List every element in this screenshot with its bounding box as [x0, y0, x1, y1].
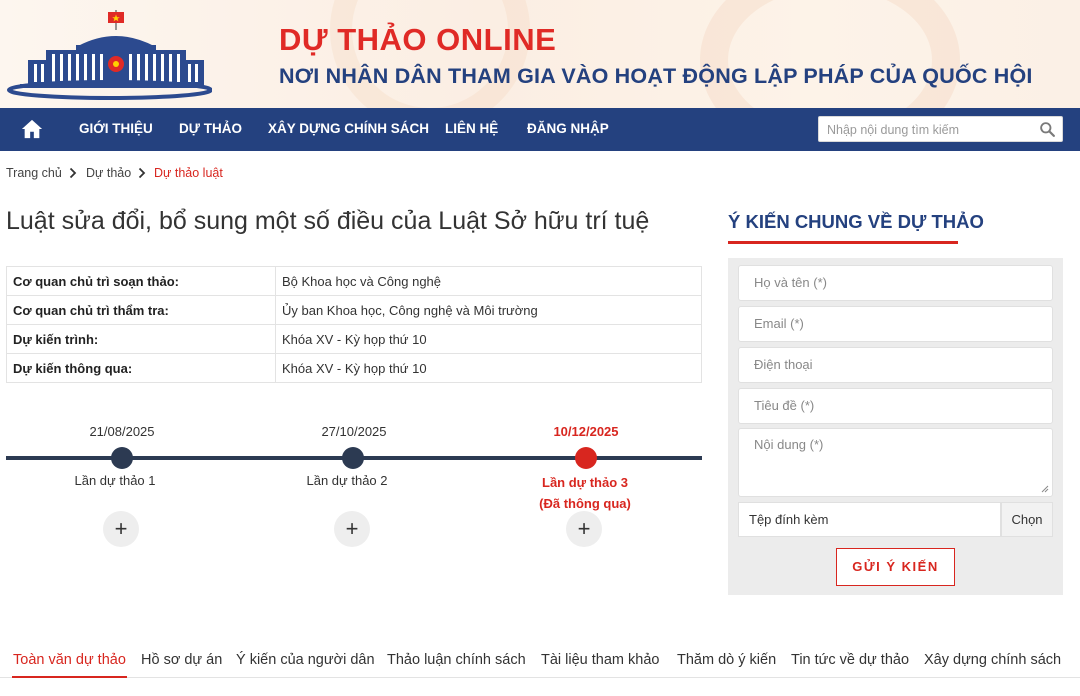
- site-slogan: NƠI NHÂN DÂN THAM GIA VÀO HOẠT ĐỘNG LẬP …: [279, 64, 1033, 88]
- nav-item-login[interactable]: ĐĂNG NHẬP: [527, 121, 609, 136]
- tab-surveys[interactable]: Thăm dò ý kiến: [677, 652, 776, 668]
- table-row: Dự kiến trình: Khóa XV - Kỳ họp thứ 10: [6, 324, 702, 354]
- draft-info-table: Cơ quan chủ trì soạn thảo: Bộ Khoa học v…: [6, 266, 702, 383]
- table-row: Dự kiến thông qua: Khóa XV - Kỳ họp thứ …: [6, 353, 702, 383]
- breadcrumb-drafts[interactable]: Dự thảo: [86, 166, 131, 180]
- timeline-date: 10/12/2025: [553, 424, 619, 439]
- site-title: DỰ THẢO ONLINE: [279, 22, 557, 57]
- nav-item-drafts[interactable]: DỰ THẢO: [179, 121, 242, 136]
- timeline-date: 21/08/2025: [89, 424, 155, 439]
- header-banner: DỰ THẢO ONLINE NƠI NHÂN DÂN THAM GIA VÀO…: [0, 0, 1080, 108]
- table-row: Cơ quan chủ trì soạn thảo: Bộ Khoa học v…: [6, 266, 702, 296]
- info-label: Dự kiến thông qua:: [6, 353, 276, 383]
- choose-file-button[interactable]: Chọn: [1001, 502, 1053, 537]
- name-field-box: [738, 265, 1053, 301]
- content-field-box: [738, 428, 1053, 497]
- tab-policy-discussion[interactable]: Thảo luận chính sách: [387, 652, 526, 668]
- info-label: Cơ quan chủ trì soạn thảo:: [6, 266, 276, 296]
- breadcrumb-draft-laws[interactable]: Dự thảo luật: [154, 166, 223, 180]
- timeline-label[interactable]: Lần dự thảo 2: [267, 473, 427, 488]
- expand-draft-3-button[interactable]: +: [566, 511, 602, 547]
- table-row: Cơ quan chủ trì thẩm tra: Ủy ban Khoa họ…: [6, 295, 702, 325]
- tab-policy-building[interactable]: Xây dựng chính sách: [924, 652, 1061, 668]
- tab-citizen-opinions[interactable]: Ý kiến của người dân: [236, 652, 375, 668]
- timeline-node-current[interactable]: [575, 447, 597, 469]
- home-icon[interactable]: [21, 118, 43, 140]
- nav-item-introduction[interactable]: GIỚI THIỆU: [79, 121, 153, 136]
- name-field[interactable]: [754, 275, 1039, 290]
- timeline-label-text: Lần dự thảo 3: [542, 475, 628, 490]
- tabs-divider: [0, 677, 1080, 678]
- subject-field-box: [738, 388, 1053, 424]
- info-value: Bộ Khoa học và Công nghệ: [275, 266, 702, 296]
- page-title: Luật sửa đổi, bổ sung một số điều của Lu…: [6, 207, 650, 235]
- submit-feedback-button[interactable]: GỬI Ý KIẾN: [836, 548, 955, 586]
- timeline-node[interactable]: [111, 447, 133, 469]
- tab-full-text[interactable]: Toàn văn dự thảo: [13, 652, 126, 668]
- nav-item-policy-building[interactable]: XÂY DỰNG CHÍNH SÁCH: [268, 121, 429, 136]
- national-assembly-logo[interactable]: [6, 6, 212, 100]
- expand-draft-2-button[interactable]: +: [334, 511, 370, 547]
- title-underline: [728, 241, 958, 244]
- chevron-right-icon: [138, 167, 146, 179]
- chevron-right-icon: [69, 167, 77, 179]
- info-label: Dự kiến trình:: [6, 324, 276, 354]
- email-field-box: [738, 306, 1053, 342]
- info-value: Ủy ban Khoa học, Công nghệ và Môi trường: [275, 295, 702, 325]
- phone-field[interactable]: [754, 357, 1039, 372]
- info-value: Khóa XV - Kỳ họp thứ 10: [275, 353, 702, 383]
- banner-decoration: [700, 0, 960, 108]
- tab-draft-news[interactable]: Tin tức về dự thảo: [791, 652, 909, 668]
- active-tab-indicator: [12, 676, 127, 678]
- info-value: Khóa XV - Kỳ họp thứ 10: [275, 324, 702, 354]
- attachment-field[interactable]: Tệp đính kèm: [738, 502, 1001, 537]
- resize-handle-icon[interactable]: [1041, 485, 1049, 493]
- expand-draft-1-button[interactable]: +: [103, 511, 139, 547]
- phone-field-box: [738, 347, 1053, 383]
- content-textarea[interactable]: [754, 437, 1039, 487]
- feedback-panel-title: Ý KIẾN CHUNG VỀ DỰ THẢO: [728, 211, 984, 232]
- search-box: [818, 116, 1063, 142]
- search-icon[interactable]: [1039, 121, 1056, 138]
- email-field[interactable]: [754, 316, 1039, 331]
- timeline-node[interactable]: [342, 447, 364, 469]
- timeline-date: 27/10/2025: [321, 424, 387, 439]
- info-label: Cơ quan chủ trì thẩm tra:: [6, 295, 276, 325]
- nav-item-contact[interactable]: LIÊN HỆ: [445, 121, 498, 136]
- breadcrumb-home[interactable]: Trang chủ: [6, 166, 62, 180]
- timeline-label[interactable]: Lần dự thảo 1: [35, 473, 195, 488]
- search-input[interactable]: [827, 121, 1037, 139]
- attachment-label: Tệp đính kèm: [749, 512, 829, 527]
- subject-field[interactable]: [754, 398, 1039, 413]
- tab-project-dossier[interactable]: Hồ sơ dự án: [141, 652, 222, 668]
- tab-references[interactable]: Tài liệu tham khảo: [541, 652, 659, 668]
- timeline-label-current[interactable]: Lần dự thảo 3 (Đã thông qua): [505, 472, 665, 514]
